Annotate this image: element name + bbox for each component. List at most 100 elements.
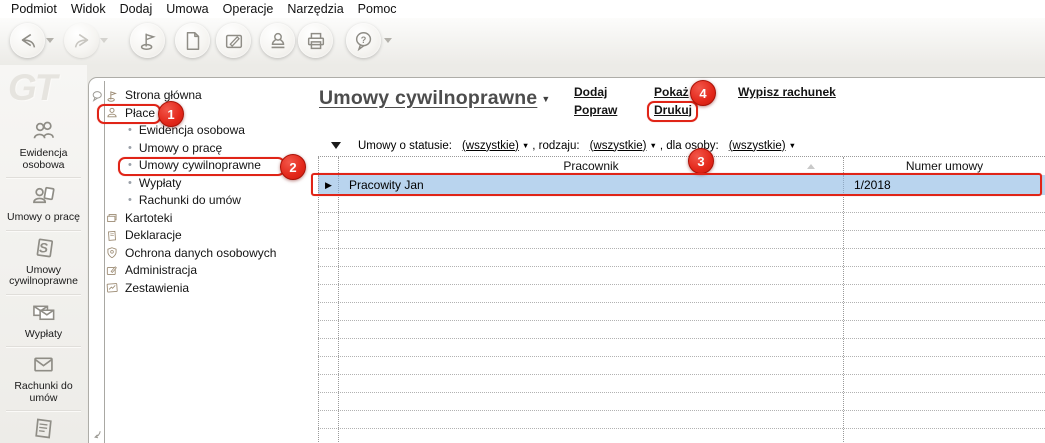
filter-person-label: , dla osoby: [659, 139, 719, 152]
tree-item-place[interactable]: Płace [105, 105, 315, 123]
tree-item-strona-glowna[interactable]: Strona główna [105, 87, 315, 105]
tree-item-label: Strona główna [125, 88, 202, 102]
sidebar-item-wyplaty[interactable]: Wypłaty [0, 293, 87, 347]
tree-item-ewidencja-osobowa[interactable]: • Ewidencja osobowa [105, 122, 315, 140]
action-links-col2: Pokaż Drukuj [654, 84, 692, 119]
pin-balloon-icon[interactable] [91, 90, 104, 103]
gt-logo: GT [8, 67, 57, 108]
filter-type-value[interactable]: (wszystkie) [590, 140, 647, 152]
print-link[interactable]: Drukuj [654, 102, 692, 120]
sidebar-item-label: Wypłaty [24, 327, 63, 340]
card-file-icon [105, 211, 119, 225]
filter-type-caret-icon[interactable]: ▼ [649, 141, 656, 150]
page-title-dropdown[interactable]: Umowy cywilnoprawne ▼ [319, 87, 550, 110]
edit-document-button[interactable] [216, 23, 251, 58]
sidebar-item-label: Umowy o pracę [7, 211, 80, 223]
filter-person-caret-icon[interactable]: ▼ [789, 141, 796, 150]
filter-status-value[interactable]: (wszystkie) [462, 140, 519, 152]
back-button[interactable] [10, 23, 45, 58]
filter-bar: Umowy o statusie: (wszystkie) ▼ , rodzaj… [318, 137, 796, 154]
tree-item-zestawienia[interactable]: Zestawienia [105, 280, 315, 298]
sidebar-item-umowy-cywilnoprawne[interactable]: Umowy cywilnoprawne [0, 229, 87, 294]
module-sidebar: GT Ewidencja osobowa Umowy o pracę Umowy… [0, 65, 87, 443]
tree-item-deklaracje[interactable]: Deklaracje [105, 227, 315, 245]
tree-item-ochrona-danych[interactable]: Ochrona danych osobowych [105, 245, 315, 263]
tree-item-rachunki-do-umow[interactable]: • Rachunki do umów [105, 192, 315, 210]
table-row-empty [318, 249, 1045, 267]
civil-contract-icon [30, 235, 57, 262]
table-header-row: Pracownik Numer umowy [318, 156, 1045, 175]
tree-item-label: Wypłaty [138, 175, 182, 190]
menu-pomoc[interactable]: Pomoc [351, 2, 404, 16]
table-row-selected[interactable]: ▶ Pracowity Jan 1/2018 [318, 175, 1045, 195]
help-dropdown-caret-icon[interactable] [384, 38, 392, 43]
tree-item-label: Płace [125, 105, 156, 120]
table-header-numer-umowy[interactable]: Numer umowy [844, 157, 1045, 175]
sidebar-item-umowy-o-prace[interactable]: Umowy o pracę [0, 177, 87, 230]
back-dropdown-caret-icon[interactable] [46, 38, 54, 43]
table-header-selector [318, 157, 339, 175]
filter-person-value[interactable]: (wszystkie) [729, 140, 786, 152]
edit-link[interactable]: Popraw [574, 102, 617, 120]
help-icon [353, 30, 375, 52]
menu-dodaj[interactable]: Dodaj [113, 2, 160, 16]
tree-item-label: Ewidencja osobowa [138, 123, 245, 137]
menu-widok[interactable]: Widok [64, 2, 113, 16]
action-links-col3: Wypisz rachunek [738, 84, 836, 102]
menu-narzedzia[interactable]: Narzędzia [280, 2, 350, 16]
sidebar-item-ewidencja-osobowa[interactable]: Ewidencja osobowa [0, 113, 87, 177]
tree-item-administracja[interactable]: Administracja [105, 262, 315, 280]
help-button[interactable] [346, 23, 381, 58]
table-empty-rows [318, 195, 1045, 443]
filter-caret-icon[interactable] [331, 142, 341, 149]
menu-operacje[interactable]: Operacje [216, 2, 281, 16]
sidebar-item-deklaracje-skarbowe[interactable]: Deklaracje skarbowe [0, 410, 87, 443]
filter-status-caret-icon[interactable]: ▼ [522, 141, 529, 150]
table-row-empty [318, 375, 1045, 393]
declaration-sheet-icon [105, 229, 119, 243]
flag-button[interactable] [130, 23, 165, 58]
people-icon [30, 118, 57, 145]
filter-status-label: Umowy o statusie: [358, 139, 452, 152]
show-link[interactable]: Pokaż [654, 84, 692, 102]
toolbar [0, 18, 1045, 65]
table-header-pracownik[interactable]: Pracownik [339, 157, 844, 175]
issue-bill-link[interactable]: Wypisz rachunek [738, 84, 836, 102]
collapse-arrow-icon[interactable] [91, 428, 104, 441]
sidebar-item-label: Rachunki do umów [14, 380, 73, 404]
tree-item-label: Ochrona danych osobowych [125, 245, 277, 260]
table-row-empty [318, 267, 1045, 285]
sidebar-item-rachunki-do-umow[interactable]: Rachunki do umów [0, 346, 87, 410]
add-link[interactable]: Dodaj [574, 84, 617, 102]
forward-dropdown-caret-icon[interactable] [100, 38, 108, 43]
forward-button[interactable] [64, 23, 99, 58]
column-header-label: Pracownik [563, 159, 619, 173]
title-caret-icon: ▼ [541, 94, 551, 104]
flag-icon [137, 30, 159, 52]
stamp-icon [267, 30, 289, 52]
tree-item-kartoteki[interactable]: Kartoteki [105, 210, 315, 228]
navigation-tree: Strona główna Płace • Ewidencja osobowa … [105, 87, 315, 297]
stamp-button[interactable] [260, 23, 295, 58]
tree-item-wyplaty[interactable]: • Wypłaty [105, 175, 315, 193]
tree-item-umowy-o-prace[interactable]: • Umowy o pracę [105, 140, 315, 158]
forward-arrow-icon [71, 30, 93, 52]
table-row-empty [318, 321, 1045, 339]
sidebar-item-label: Ewidencja osobowa [19, 147, 68, 171]
print-button[interactable] [298, 23, 333, 58]
menu-podmiot[interactable]: Podmiot [4, 2, 64, 16]
bullet-icon: • [128, 159, 132, 171]
tree-item-label: Zestawienia [125, 280, 190, 295]
menu-umowa[interactable]: Umowa [159, 2, 215, 16]
tree-item-umowy-cywilnoprawne[interactable]: • Umowy cywilnoprawne [105, 157, 315, 175]
invoice-envelope-icon [30, 351, 57, 378]
back-arrow-icon [17, 30, 39, 52]
sidebar-item-label: Umowy cywilnoprawne [9, 263, 78, 287]
new-document-button[interactable] [175, 23, 210, 58]
tree-item-label: Umowy cywilnoprawne [138, 158, 261, 172]
table-row-empty [318, 213, 1045, 231]
row-selector-arrow-icon: ▶ [325, 179, 332, 190]
tree-item-label: Rachunki do umów [138, 193, 241, 207]
home-flag-icon [105, 89, 119, 103]
table-row-empty [318, 357, 1045, 375]
